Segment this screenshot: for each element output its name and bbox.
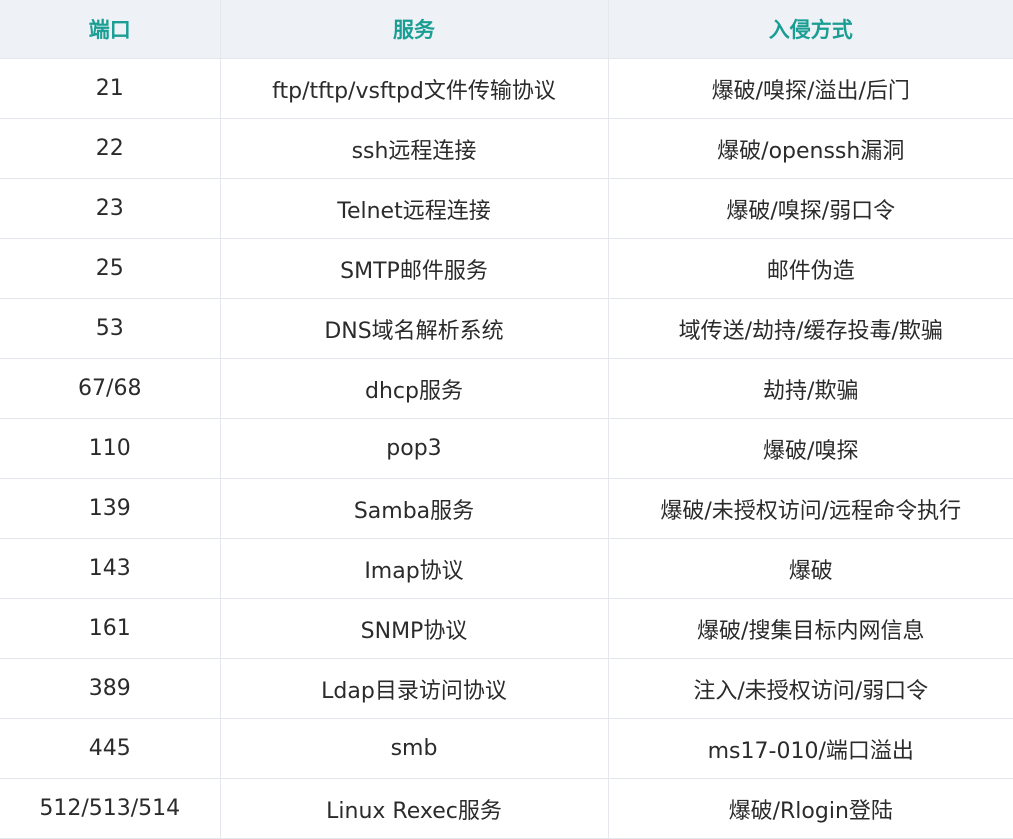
cell-port: 25 xyxy=(0,238,221,299)
table-row: 110 pop3 爆破/嗅探 xyxy=(0,418,1013,479)
table-row: 445 smb ms17-010/端口溢出 xyxy=(0,718,1013,779)
cell-port: 143 xyxy=(0,538,221,599)
table-row: 389 Ldap目录访问协议 注入/未授权访问/弱口令 xyxy=(0,658,1013,719)
cell-port: 53 xyxy=(0,298,221,359)
cell-service: Linux Rexec服务 xyxy=(220,778,609,839)
cell-attack: 爆破/嗅探/弱口令 xyxy=(608,178,1013,239)
table-row: 161 SNMP协议 爆破/搜集目标内网信息 xyxy=(0,598,1013,659)
header-attack: 入侵方式 xyxy=(608,0,1013,59)
cell-service: Telnet远程连接 xyxy=(220,178,609,239)
cell-service: pop3 xyxy=(220,418,609,479)
table-body: 21 ftp/tftp/vsftpd文件传输协议 爆破/嗅探/溢出/后门 22 … xyxy=(0,58,1013,839)
cell-port: 23 xyxy=(0,178,221,239)
table-row: 512/513/514 Linux Rexec服务 爆破/Rlogin登陆 xyxy=(0,778,1013,839)
cell-attack: 爆破/嗅探/溢出/后门 xyxy=(608,58,1013,119)
table-row: 67/68 dhcp服务 劫持/欺骗 xyxy=(0,358,1013,419)
cell-attack: 注入/未授权访问/弱口令 xyxy=(608,658,1013,719)
cell-service: Samba服务 xyxy=(220,478,609,539)
cell-port: 445 xyxy=(0,718,221,779)
cell-service: SMTP邮件服务 xyxy=(220,238,609,299)
cell-attack: 爆破/openssh漏洞 xyxy=(608,118,1013,179)
header-port: 端口 xyxy=(0,0,221,59)
header-service: 服务 xyxy=(220,0,609,59)
cell-service: SNMP协议 xyxy=(220,598,609,659)
table-row: 21 ftp/tftp/vsftpd文件传输协议 爆破/嗅探/溢出/后门 xyxy=(0,58,1013,119)
table-row: 25 SMTP邮件服务 邮件伪造 xyxy=(0,238,1013,299)
cell-service: ftp/tftp/vsftpd文件传输协议 xyxy=(220,58,609,119)
cell-port: 512/513/514 xyxy=(0,778,221,839)
cell-attack: 爆破/未授权访问/远程命令执行 xyxy=(608,478,1013,539)
table-row: 22 ssh远程连接 爆破/openssh漏洞 xyxy=(0,118,1013,179)
cell-service: Imap协议 xyxy=(220,538,609,599)
cell-attack: 爆破 xyxy=(608,538,1013,599)
cell-port: 110 xyxy=(0,418,221,479)
cell-attack: ms17-010/端口溢出 xyxy=(608,718,1013,779)
cell-service: Ldap目录访问协议 xyxy=(220,658,609,719)
table-row: 143 Imap协议 爆破 xyxy=(0,538,1013,599)
cell-port: 67/68 xyxy=(0,358,221,419)
cell-attack: 邮件伪造 xyxy=(608,238,1013,299)
cell-attack: 劫持/欺骗 xyxy=(608,358,1013,419)
table-header: 端口 服务 入侵方式 xyxy=(0,0,1013,59)
cell-port: 139 xyxy=(0,478,221,539)
table-row: 23 Telnet远程连接 爆破/嗅探/弱口令 xyxy=(0,178,1013,239)
table-row: 53 DNS域名解析系统 域传送/劫持/缓存投毒/欺骗 xyxy=(0,298,1013,359)
cell-service: DNS域名解析系统 xyxy=(220,298,609,359)
cell-attack: 爆破/嗅探 xyxy=(608,418,1013,479)
cell-service: smb xyxy=(220,718,609,779)
cell-service: ssh远程连接 xyxy=(220,118,609,179)
cell-port: 21 xyxy=(0,58,221,119)
cell-attack: 爆破/Rlogin登陆 xyxy=(608,778,1013,839)
cell-port: 389 xyxy=(0,658,221,719)
cell-attack: 爆破/搜集目标内网信息 xyxy=(608,598,1013,659)
cell-port: 22 xyxy=(0,118,221,179)
cell-port: 161 xyxy=(0,598,221,659)
cell-service: dhcp服务 xyxy=(220,358,609,419)
port-service-table: 端口 服务 入侵方式 21 ftp/tftp/vsftpd文件传输协议 爆破/嗅… xyxy=(0,0,1013,839)
cell-attack: 域传送/劫持/缓存投毒/欺骗 xyxy=(608,298,1013,359)
header-row: 端口 服务 入侵方式 xyxy=(0,0,1013,59)
table-row: 139 Samba服务 爆破/未授权访问/远程命令执行 xyxy=(0,478,1013,539)
